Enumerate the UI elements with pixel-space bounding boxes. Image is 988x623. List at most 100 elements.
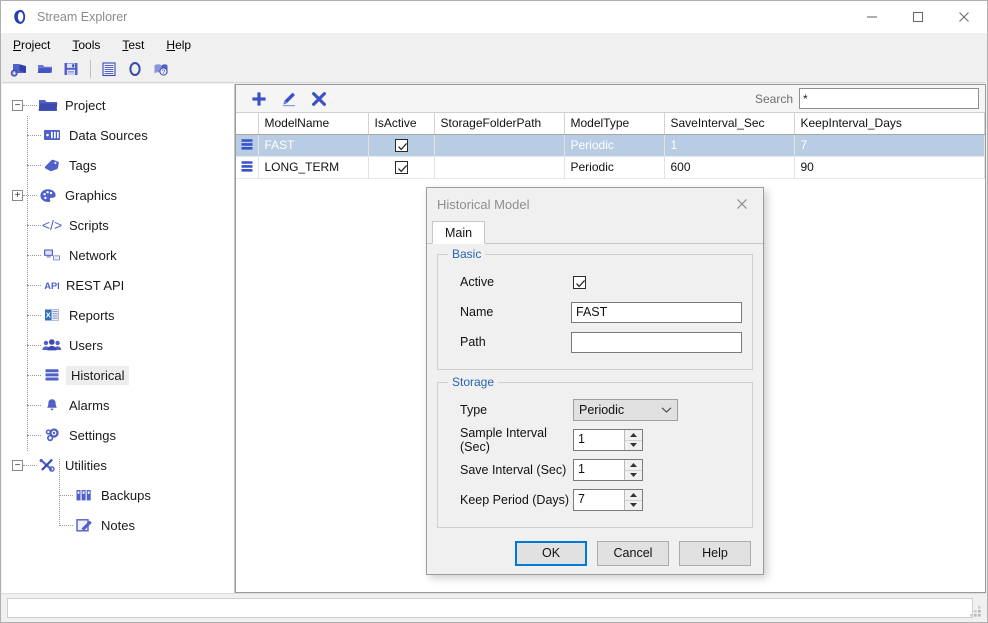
grid-header-modelname[interactable]: ModelName: [258, 113, 369, 135]
save-interval-stepper[interactable]: 1: [573, 459, 643, 481]
sidebar-item-utilities[interactable]: − Utilities: [2, 450, 234, 480]
type-select[interactable]: Periodic: [573, 399, 678, 421]
report-list-icon[interactable]: [98, 58, 120, 80]
sample-interval-value[interactable]: 1: [574, 430, 624, 450]
table-row[interactable]: FAST Periodic 1 7: [236, 134, 985, 157]
name-input[interactable]: [571, 301, 742, 323]
cell-isactive[interactable]: [368, 134, 435, 157]
stepper-down-icon[interactable]: [625, 441, 642, 451]
search-input[interactable]: [799, 88, 979, 109]
maximize-icon[interactable]: [895, 1, 941, 33]
add-icon[interactable]: [244, 87, 274, 111]
sidebar-item-notes[interactable]: Notes: [2, 510, 234, 540]
dialog-close-icon[interactable]: [721, 189, 763, 220]
project-tree-sidebar[interactable]: − Project Data Sources Tags + Graphics <…: [2, 84, 235, 593]
help-book-icon[interactable]: ?: [150, 58, 172, 80]
grid-header-saveinterval[interactable]: SaveInterval_Sec: [664, 113, 795, 135]
expander-minus-icon[interactable]: −: [12, 459, 23, 471]
menu-test[interactable]: Test: [111, 35, 155, 55]
sidebar-item-settings[interactable]: Settings: [2, 420, 234, 450]
sidebar-item-label: Data Sources: [69, 127, 148, 143]
new-project-icon[interactable]: [8, 58, 30, 80]
expander-plus-icon[interactable]: +: [12, 189, 23, 201]
path-input[interactable]: [571, 331, 742, 353]
users-icon: [41, 335, 63, 355]
tree-node-project[interactable]: − Project: [2, 90, 234, 120]
cell-isactive[interactable]: [368, 156, 435, 179]
resize-grip-icon[interactable]: [969, 605, 982, 618]
cell-storagefolderpath: [434, 134, 565, 157]
open-folder-icon[interactable]: [34, 58, 56, 80]
sidebar-item-scripts[interactable]: </> Scripts: [2, 210, 234, 240]
sidebar-item-label: Historical: [66, 365, 130, 385]
checkbox-checked-icon[interactable]: [394, 139, 408, 153]
sidebar-item-data-sources[interactable]: Data Sources: [2, 120, 234, 150]
window-controls: [849, 1, 987, 33]
save-interval-row: Save Interval (Sec) 1: [448, 455, 742, 485]
basic-group-legend: Basic: [448, 247, 486, 261]
stepper-up-icon[interactable]: [625, 430, 642, 441]
tree-connector: [27, 404, 41, 406]
cell-modelname: LONG_TERM: [258, 156, 369, 179]
row-icon-cell: [236, 134, 259, 157]
chevron-down-icon: [661, 403, 672, 417]
keep-period-label: Keep Period (Days): [460, 493, 570, 507]
sidebar-item-graphics[interactable]: + Graphics: [2, 180, 234, 210]
sidebar-item-reports[interactable]: X Reports: [2, 300, 234, 330]
grid-header-keepinterval[interactable]: KeepInterval_Days: [794, 113, 985, 135]
menu-bar: Project Tools Test Help: [2, 33, 986, 56]
active-label: Active: [460, 275, 495, 289]
grid-header-isactive[interactable]: IsActive: [368, 113, 435, 135]
save-interval-label: Save Interval (Sec): [460, 463, 567, 477]
close-icon[interactable]: [941, 1, 987, 33]
sidebar-item-tags[interactable]: Tags: [2, 150, 234, 180]
historical-models-grid: ModelName IsActive StorageFolderPath Mod…: [236, 113, 985, 179]
stepper-down-icon[interactable]: [625, 501, 642, 511]
stepper-down-icon[interactable]: [625, 471, 642, 481]
sample-interval-label: Sample Interval (Sec): [460, 426, 547, 454]
active-checkbox[interactable]: [573, 275, 586, 289]
sidebar-item-network[interactable]: Network: [2, 240, 234, 270]
active-row: Active: [448, 267, 742, 297]
grid-header-storagefolderpath[interactable]: StorageFolderPath: [434, 113, 565, 135]
table-row[interactable]: LONG_TERM Periodic 600 90: [236, 156, 985, 179]
menu-help[interactable]: Help: [155, 35, 202, 55]
stepper-up-icon[interactable]: [625, 490, 642, 501]
checkbox-checked-icon[interactable]: [394, 161, 408, 175]
sidebar-item-label: Users: [69, 337, 103, 353]
edit-pencil-icon[interactable]: [274, 87, 304, 111]
application-window: Stream Explorer Project Tools Test Help: [0, 0, 988, 623]
sidebar-item-alarms[interactable]: Alarms: [2, 390, 234, 420]
help-button[interactable]: Help: [679, 540, 751, 566]
delete-x-icon[interactable]: [304, 87, 334, 111]
ring-logo-icon: [14, 9, 26, 24]
tree-connector: [27, 224, 41, 226]
menu-tools[interactable]: Tools: [61, 35, 111, 55]
keep-period-stepper[interactable]: 7: [573, 489, 643, 511]
cell-modelname: FAST: [258, 134, 369, 157]
title-bar: Stream Explorer: [1, 1, 987, 33]
row-icon-cell: [236, 156, 259, 179]
menu-project[interactable]: Project: [2, 35, 61, 55]
sidebar-item-rest-api[interactable]: API REST API: [2, 270, 234, 300]
save-interval-value[interactable]: 1: [574, 460, 624, 480]
expander-minus-icon[interactable]: −: [12, 99, 23, 111]
ok-button[interactable]: OK: [515, 540, 587, 566]
tree-connector: [27, 134, 41, 136]
sidebar-item-label: Network: [69, 247, 117, 263]
tab-main[interactable]: Main: [432, 221, 486, 244]
sample-interval-stepper[interactable]: 1: [573, 429, 643, 451]
minimize-icon[interactable]: [849, 1, 895, 33]
grid-toolbar: Search: [236, 85, 985, 113]
sidebar-item-historical[interactable]: Historical: [2, 360, 234, 390]
grid-header-modeltype[interactable]: ModelType: [564, 113, 665, 135]
sidebar-item-backups[interactable]: Backups: [2, 480, 234, 510]
keep-period-value[interactable]: 7: [574, 490, 624, 510]
ring-logo-icon[interactable]: [124, 58, 146, 80]
storage-group-legend: Storage: [448, 375, 499, 389]
save-icon[interactable]: [60, 58, 82, 80]
keep-period-row: Keep Period (Days) 7: [448, 485, 742, 515]
stepper-up-icon[interactable]: [625, 460, 642, 471]
sidebar-item-users[interactable]: Users: [2, 330, 234, 360]
cancel-button[interactable]: Cancel: [597, 540, 669, 566]
